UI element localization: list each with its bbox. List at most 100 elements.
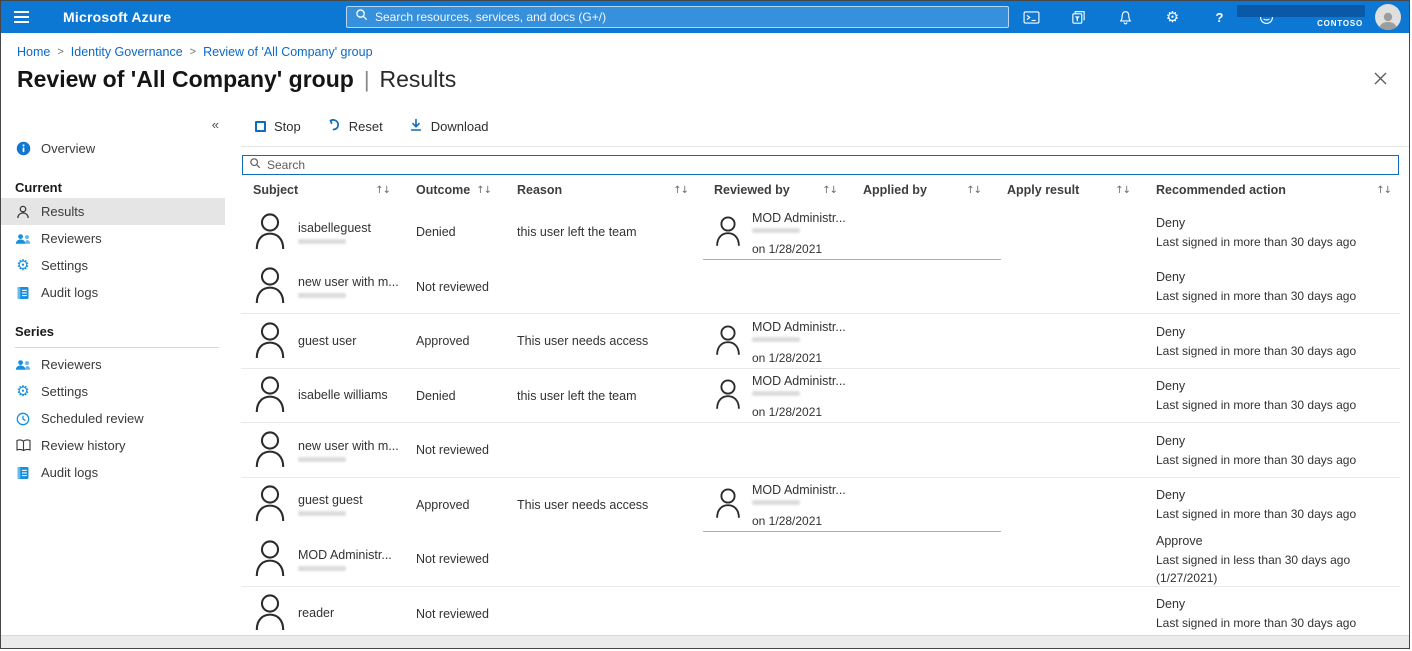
reviewer: MOD Administr...on 1/28/2021 [714,209,853,256]
user-avatar-icon [253,484,287,525]
sidebar-item-results[interactable]: Results [1,198,225,225]
recommended-action-detail: Last signed in more than 30 days ago [1156,396,1399,414]
sidebar-section-current: Current [1,176,241,198]
sidebar-item-settings[interactable]: ⚙Settings [1,252,225,279]
sort-icon[interactable]: ↑↓ [966,185,981,196]
sort-icon[interactable]: ↑↓ [1376,185,1391,196]
user-avatar-icon [253,375,287,416]
redacted-text [752,337,800,342]
column-header-outcome[interactable]: Outcome ↑↓ [416,183,517,197]
user-avatar-icon [253,593,287,634]
cell-recommended-action: ApproveLast signed in less than 30 days … [1156,532,1409,587]
cell-subject: guest user [253,321,416,362]
subject-name-wrap: guest user [298,334,356,349]
stop-icon [255,121,266,132]
sidebar-item-review-history[interactable]: Review history [1,432,225,459]
column-header-applied-by[interactable]: Applied by↑↓ [863,183,1007,197]
sidebar-item-label: Settings [41,384,88,399]
page-title-bar: Review of 'All Company' group | Results [1,61,1409,101]
recommended-action-detail: Last signed in more than 30 days ago [1156,342,1399,360]
cell-reviewed-by: MOD Administr...on 1/28/2021 [714,318,863,365]
sidebar-item-settings[interactable]: ⚙Settings [1,378,225,405]
cell-outcome: Not reviewed [416,552,517,566]
cell-recommended-action: DenyLast signed in more than 30 days ago [1156,377,1409,414]
reset-label: Reset [349,119,383,134]
reviewer-avatar-icon [714,378,742,413]
recommended-action-detail: Last signed in more than 30 days ago [1156,287,1399,305]
sidebar-item-label: Reviewers [41,231,102,246]
clock-icon [15,411,31,427]
cell-reviewed-by: MOD Administr...on 1/28/2021 [714,372,863,419]
cell-reason: This user needs access [517,498,714,512]
cell-outcome: Denied [416,389,517,403]
sidebar-item-label: Overview [41,141,95,156]
gear-icon: ⚙ [15,258,31,274]
table-row[interactable]: readerNot reviewedDenyLast signed in mor… [241,587,1409,642]
breadcrumb-identity-governance[interactable]: Identity Governance [71,45,183,59]
download-button[interactable]: Download [409,118,489,135]
account-avatar[interactable] [1375,4,1401,30]
column-header-label: Outcome [416,183,470,197]
cell-reason: this user left the team [517,225,714,239]
table-row[interactable]: isabelle williamsDeniedthis user left th… [241,369,1409,424]
stop-button[interactable]: Stop [255,119,301,134]
cloud-shell-icon[interactable] [1023,9,1040,26]
recommended-action-detail: Last signed in more than 30 days ago [1156,614,1399,632]
cell-outcome: Not reviewed [416,280,517,294]
breadcrumb-review-group[interactable]: Review of 'All Company' group [203,45,372,59]
global-search-input[interactable]: Search resources, services, and docs (G+… [346,6,1009,28]
brand-title[interactable]: Microsoft Azure [63,9,171,25]
column-header-reviewed-by[interactable]: Reviewed by↑↓ [714,183,863,197]
close-icon[interactable] [1371,69,1389,87]
help-icon[interactable]: ? [1211,9,1228,26]
sidebar-item-reviewers[interactable]: Reviewers [1,225,225,252]
results-table-body: isabelleguestDeniedthis user left the te… [241,205,1409,641]
reviewer-text: MOD Administr...on 1/28/2021 [752,481,846,528]
search-icon [355,8,368,26]
table-row[interactable]: guest guestApprovedThis user needs acces… [241,478,1409,533]
reviewed-date: on 1/28/2021 [752,242,846,256]
results-main-panel: Stop Reset Download [241,101,1409,638]
table-row[interactable]: isabelleguestDeniedthis user left the te… [241,205,1409,260]
sidebar-item-audit-logs[interactable]: Audit logs [1,279,225,306]
sidebar-item-label: Scheduled review [41,411,144,426]
azure-portal-window: Microsoft Azure Search resources, servic… [0,0,1410,649]
redacted-user-info [1237,5,1365,17]
column-header-reason[interactable]: Reason↑↓ [517,183,714,197]
column-header-label: Subject [253,183,298,197]
sidebar-item-audit-logs[interactable]: Audit logs [1,459,225,486]
sort-icon[interactable]: ↑↓ [476,185,491,196]
hamburger-menu-icon[interactable] [1,1,41,33]
reset-button[interactable]: Reset [327,118,383,135]
settings-icon[interactable]: ⚙ [1164,9,1181,26]
column-header-apply-result[interactable]: Apply result↑↓ [1007,183,1156,197]
cell-outcome: Denied [416,225,517,239]
column-header-recommended-action[interactable]: Recommended action ↑↓ [1156,183,1399,197]
sidebar-item-overview[interactable]: Overview [1,135,225,162]
notifications-icon[interactable] [1117,9,1134,26]
redacted-text [298,293,346,298]
cell-outcome: Approved [416,498,517,512]
results-search-placeholder: Search [267,158,305,172]
redacted-text [752,500,800,505]
table-row[interactable]: new user with m...Not reviewedDenyLast s… [241,260,1409,315]
table-row[interactable]: guest userApprovedThis user needs access… [241,314,1409,369]
sort-icon[interactable]: ↑↓ [375,185,390,196]
results-search-input[interactable]: Search [242,155,1399,175]
breadcrumb-home[interactable]: Home [17,45,50,59]
table-row[interactable]: MOD Administr...Not reviewedApproveLast … [241,532,1409,587]
table-row[interactable]: new user with m...Not reviewedDenyLast s… [241,423,1409,478]
sort-icon[interactable]: ↑↓ [1115,185,1130,196]
sort-icon[interactable]: ↑↓ [673,185,688,196]
column-header-subject[interactable]: Subject ↑↓ [253,183,416,197]
sidebar-item-reviewers[interactable]: Reviewers [1,351,225,378]
column-header-label: Recommended action [1156,183,1286,197]
sidebar-item-label: Audit logs [41,465,98,480]
cell-outcome: Approved [416,334,517,348]
sort-icon[interactable]: ↑↓ [822,185,837,196]
reviewer-avatar-icon [714,324,742,359]
sidebar-item-scheduled-review[interactable]: Scheduled review [1,405,225,432]
directory-filter-icon[interactable] [1070,9,1087,26]
collapse-sidebar-icon[interactable]: « [212,117,219,132]
blade-sidebar: « OverviewCurrentResultsReviewers⚙Settin… [1,101,241,638]
